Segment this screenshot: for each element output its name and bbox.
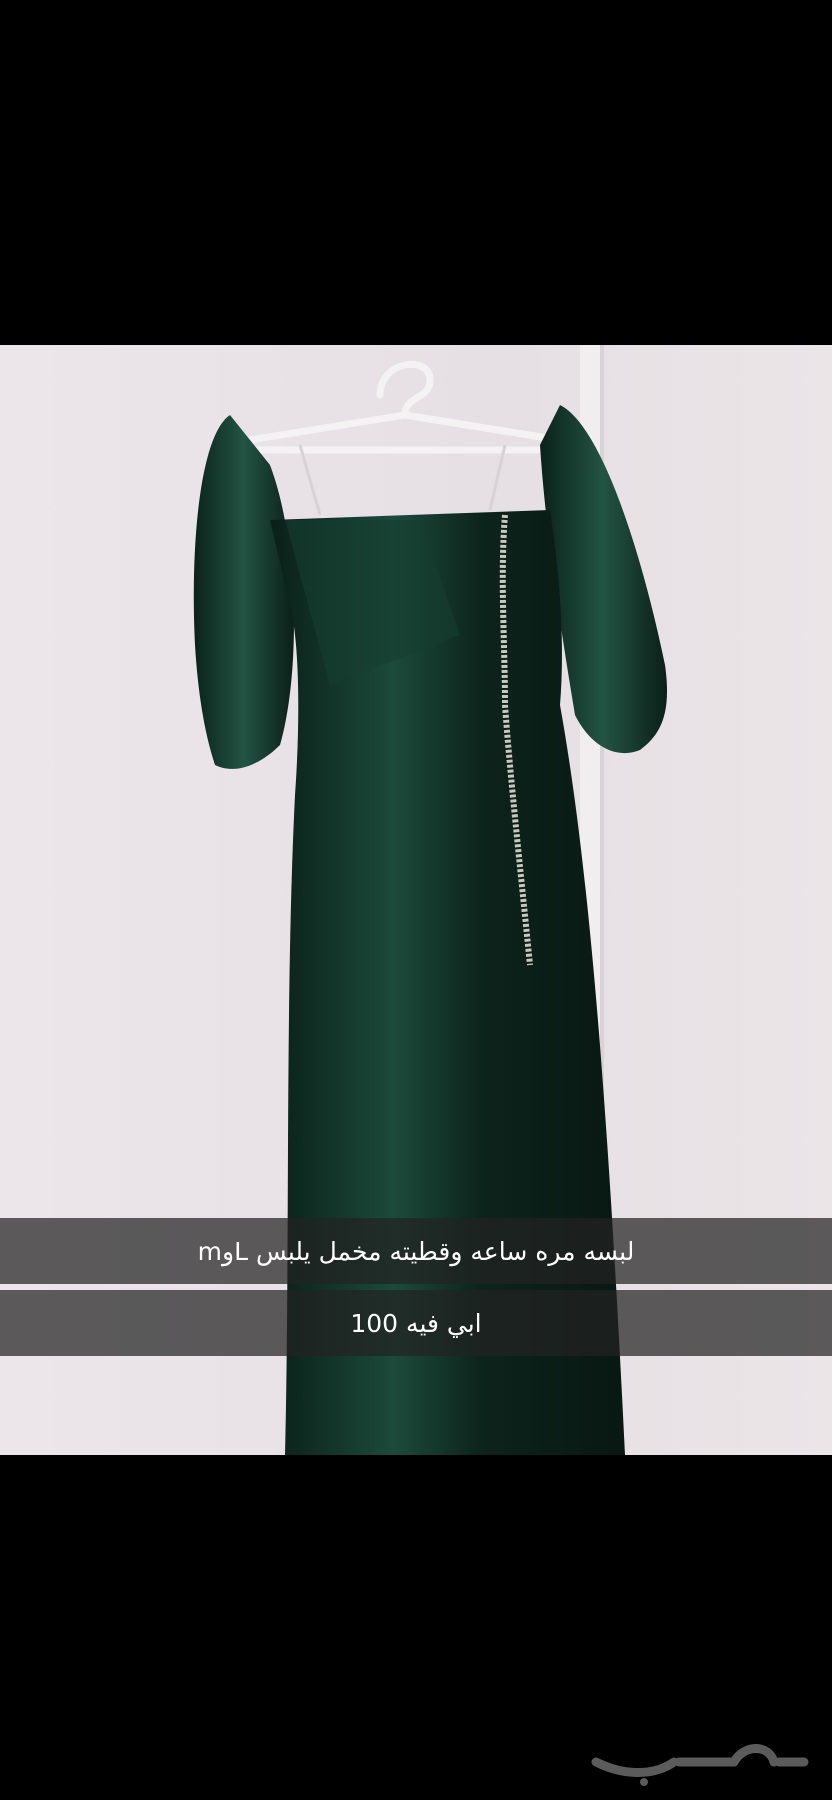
- top-letterbox: [0, 0, 832, 345]
- caption-bar-1: لبسه مره ساعه وقطيته مخمل يلبس Lوm: [0, 1218, 832, 1284]
- product-photo: [0, 345, 832, 1455]
- caption-text-2: ابي فيه 100: [350, 1308, 482, 1338]
- caption-text-1: لبسه مره ساعه وقطيته مخمل يلبس Lوm: [197, 1236, 635, 1266]
- haraj-logo-icon: [591, 1744, 809, 1786]
- caption-bar-2: ابي فيه 100: [0, 1290, 832, 1356]
